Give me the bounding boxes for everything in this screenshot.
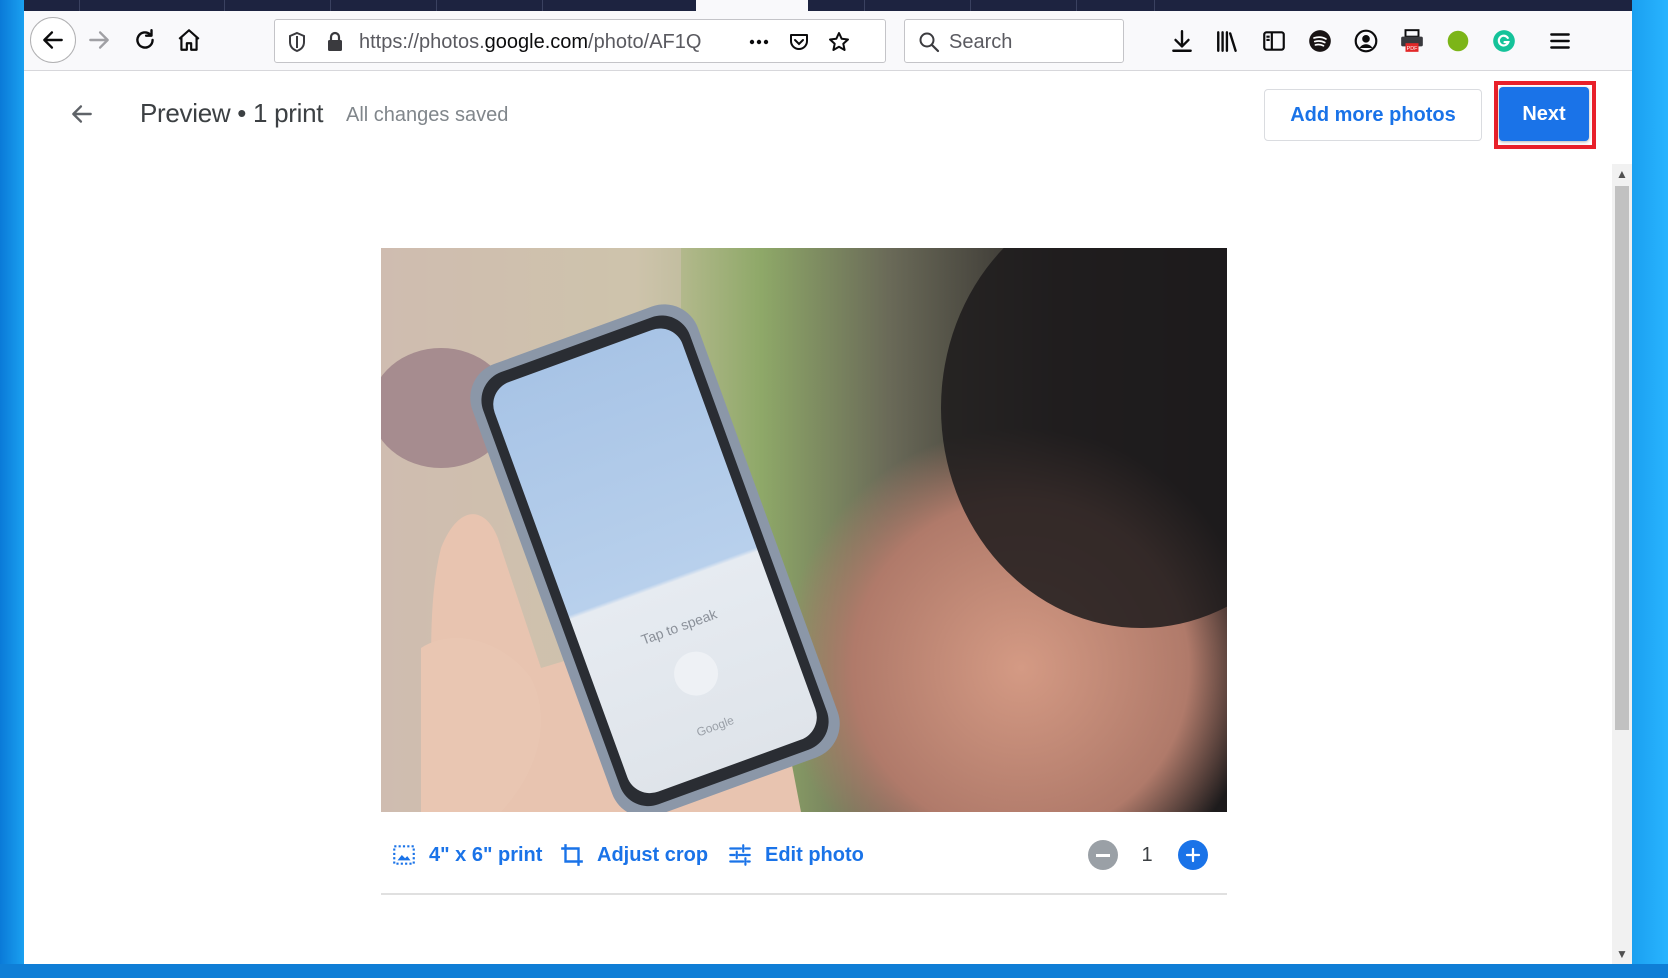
tune-sliders-icon bbox=[729, 844, 751, 866]
spotify-icon bbox=[1309, 30, 1331, 52]
edit-photo-label: Edit photo bbox=[765, 843, 864, 866]
tab-separator bbox=[79, 0, 80, 11]
adjust-crop-label: Adjust crop bbox=[597, 843, 709, 866]
scroll-up-arrow[interactable]: ▲ bbox=[1612, 164, 1632, 184]
tab-separator bbox=[864, 0, 865, 11]
section-divider bbox=[381, 893, 1227, 895]
grammarly-button[interactable] bbox=[1490, 27, 1518, 55]
back-arrow-icon bbox=[43, 31, 63, 49]
tab-strip bbox=[24, 0, 1632, 11]
next-button[interactable]: Next bbox=[1499, 87, 1589, 141]
tab-separator bbox=[330, 0, 331, 11]
page-scrollbar[interactable]: ▲ ▼ bbox=[1612, 164, 1632, 964]
tab-separator bbox=[970, 0, 971, 11]
desktop-left-edge bbox=[0, 0, 24, 978]
browser-window: https://photos.google.com/photo/AF1Q Sea… bbox=[24, 0, 1632, 964]
navigation-toolbar: https://photos.google.com/photo/AF1Q Sea… bbox=[24, 11, 1632, 71]
page-title: Preview • 1 print bbox=[140, 98, 324, 128]
quantity-value: 1 bbox=[1141, 844, 1153, 866]
url-path: /photo/AF1Q bbox=[588, 31, 702, 53]
desktop-right-edge bbox=[1632, 0, 1668, 978]
page-back-button[interactable] bbox=[60, 92, 104, 136]
print-pdf-button[interactable]: PDF bbox=[1398, 27, 1426, 55]
active-tab[interactable] bbox=[696, 0, 808, 11]
reader-view-button[interactable] bbox=[1260, 27, 1288, 55]
shield-icon[interactable] bbox=[285, 30, 309, 54]
tab-separator bbox=[1076, 0, 1077, 11]
pdf-printer-icon: PDF bbox=[1401, 29, 1423, 52]
minus-icon bbox=[1096, 853, 1110, 857]
grammarly-icon bbox=[1493, 30, 1515, 52]
download-button[interactable] bbox=[1168, 27, 1196, 55]
scroll-thumb[interactable] bbox=[1615, 186, 1629, 730]
search-placeholder: Search bbox=[949, 31, 1013, 53]
library-icon bbox=[1217, 31, 1237, 52]
library-button[interactable] bbox=[1214, 27, 1242, 55]
tab-separator bbox=[436, 0, 437, 11]
tab-separator bbox=[224, 0, 225, 11]
photos-print-preview-page: Preview • 1 print All changes saved Add … bbox=[24, 72, 1632, 964]
desktop-bottom-edge bbox=[0, 964, 1668, 978]
edit-photo-button[interactable]: Edit photo bbox=[727, 840, 864, 870]
account-icon bbox=[1354, 29, 1378, 53]
green-dot-extension-icon bbox=[1447, 30, 1469, 52]
add-more-photos-button[interactable]: Add more photos bbox=[1264, 89, 1482, 141]
extension-button[interactable] bbox=[1444, 27, 1472, 55]
reader-view-icon bbox=[1263, 31, 1285, 51]
star-icon[interactable] bbox=[827, 30, 851, 54]
back-button[interactable] bbox=[30, 17, 76, 63]
tab-separator bbox=[542, 0, 543, 11]
home-button[interactable] bbox=[166, 17, 212, 63]
plus-icon bbox=[1185, 847, 1201, 863]
print-size-label: 4" x 6" print bbox=[429, 843, 543, 866]
reload-button[interactable] bbox=[122, 17, 168, 63]
increase-quantity-button[interactable] bbox=[1178, 840, 1208, 870]
url-prefix: https://photos. bbox=[359, 31, 485, 53]
lock-icon[interactable] bbox=[323, 30, 347, 54]
spotify-button[interactable] bbox=[1306, 27, 1334, 55]
scroll-down-arrow[interactable]: ▼ bbox=[1612, 944, 1632, 964]
url-host: google.com bbox=[484, 31, 589, 53]
decrease-quantity-button[interactable] bbox=[1088, 840, 1118, 870]
url-text[interactable]: https://photos.google.com/photo/AF1Q bbox=[359, 31, 719, 53]
save-status: All changes saved bbox=[346, 104, 509, 126]
forward-arrow-icon bbox=[89, 31, 109, 49]
home-icon bbox=[178, 29, 200, 51]
search-icon bbox=[919, 32, 940, 53]
reload-icon bbox=[136, 29, 154, 49]
search-bar[interactable]: Search bbox=[904, 19, 1124, 63]
crop-icon bbox=[561, 844, 583, 866]
print-controls: 4" x 6" print Adjust crop Edit photo 1 bbox=[381, 832, 1227, 878]
photo-size-icon bbox=[393, 845, 415, 865]
print-size-button[interactable]: 4" x 6" print bbox=[391, 840, 542, 870]
adjust-crop-button[interactable]: Adjust crop bbox=[559, 840, 708, 870]
account-button[interactable] bbox=[1352, 27, 1380, 55]
more-dots-icon[interactable] bbox=[747, 30, 771, 54]
svg-text:PDF: PDF bbox=[1407, 46, 1419, 52]
url-bar[interactable]: https://photos.google.com/photo/AF1Q bbox=[274, 19, 886, 63]
forward-button[interactable] bbox=[76, 17, 122, 63]
pocket-icon[interactable] bbox=[787, 30, 811, 54]
download-icon bbox=[1172, 30, 1192, 52]
phone-in-hand-photo: Tap to speak Google bbox=[381, 248, 1227, 812]
back-arrow-icon bbox=[72, 105, 92, 123]
photo-preview: Tap to speak Google bbox=[381, 248, 1227, 812]
tab-separator bbox=[1154, 0, 1155, 11]
menu-button[interactable] bbox=[1546, 27, 1574, 55]
menu-icon bbox=[1550, 33, 1570, 49]
